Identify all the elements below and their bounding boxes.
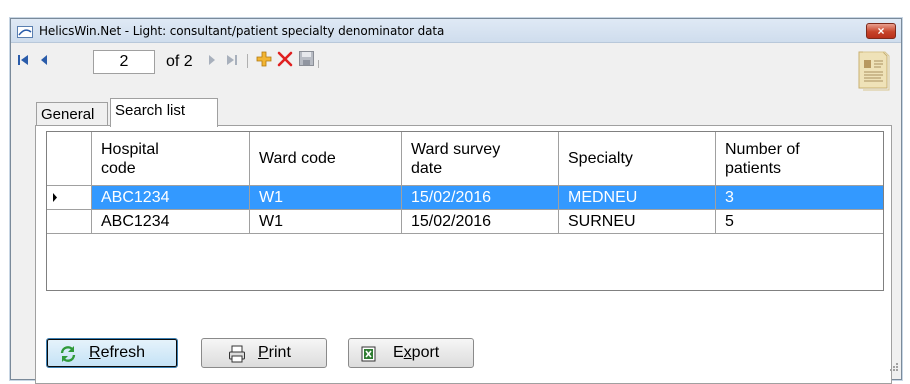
printer-icon xyxy=(228,345,246,368)
print-label-rest: rint xyxy=(268,344,291,361)
window-title: HelicsWin.Net - Light: consultant/patien… xyxy=(39,24,445,38)
column-header-ward-code[interactable]: Ward code xyxy=(250,132,402,186)
search-list-panel: Hospital code Ward code Ward survey date… xyxy=(35,125,892,384)
cell-ward-survey-date[interactable]: 15/02/2016 xyxy=(402,186,559,210)
print-mnemonic: P xyxy=(258,344,269,361)
row-header-corner xyxy=(47,132,92,186)
document-icon xyxy=(855,48,891,97)
table-row[interactable]: ABC1234 W1 15/02/2016 SURNEU 5 xyxy=(47,210,883,234)
app-icon xyxy=(17,25,33,38)
resize-grip-icon[interactable] xyxy=(889,359,899,377)
cell-ward-code[interactable]: W1 xyxy=(250,186,402,210)
tab-search-list[interactable]: Search list xyxy=(110,98,218,127)
navigation-toolbar: 2 of 2 xyxy=(11,46,901,91)
export-label-rest: port xyxy=(411,344,440,361)
column-header-ward-survey-date[interactable]: Ward survey date xyxy=(402,132,559,186)
refresh-button[interactable]: Refresh xyxy=(46,338,178,368)
cell-hospital-code[interactable]: ABC1234 xyxy=(92,186,250,210)
export-button-label: Export xyxy=(393,344,439,362)
refresh-mnemonic: R xyxy=(89,344,101,361)
search-results-grid[interactable]: Hospital code Ward code Ward survey date… xyxy=(46,131,884,291)
title-bar: HelicsWin.Net - Light: consultant/patien… xyxy=(11,19,901,43)
save-record-icon[interactable] xyxy=(299,51,314,71)
cell-specialty[interactable]: MEDNEU xyxy=(559,186,716,210)
toolbar-separator xyxy=(247,54,248,68)
cell-ward-survey-date[interactable]: 15/02/2016 xyxy=(402,210,559,234)
row-selector[interactable] xyxy=(47,186,92,210)
cell-hospital-code[interactable]: ABC1234 xyxy=(92,210,250,234)
cell-number-of-patients[interactable]: 5 xyxy=(716,210,883,234)
close-button[interactable]: × xyxy=(866,23,896,39)
row-selector[interactable] xyxy=(47,210,92,234)
previous-record-icon[interactable] xyxy=(39,53,49,72)
current-row-icon xyxy=(53,193,57,202)
tab-general[interactable]: General xyxy=(36,102,108,126)
export-label-start: E xyxy=(393,344,404,361)
refresh-icon xyxy=(59,345,77,368)
record-count-label: of 2 xyxy=(166,53,193,70)
app-window: HelicsWin.Net - Light: consultant/patien… xyxy=(10,18,902,384)
first-record-icon[interactable] xyxy=(17,53,29,72)
record-position-input[interactable]: 2 xyxy=(93,50,155,74)
table-row[interactable]: ABC1234 W1 15/02/2016 MEDNEU 3 xyxy=(47,186,883,210)
export-mnemonic: x xyxy=(403,344,412,361)
column-header-hospital-code[interactable]: Hospital code xyxy=(92,132,250,186)
refresh-button-label: Refresh xyxy=(89,344,145,362)
refresh-label-rest: efresh xyxy=(100,344,146,361)
column-header-number-of-patients[interactable]: Number of patients xyxy=(716,132,883,186)
print-button-label: Print xyxy=(258,344,291,362)
next-record-icon[interactable] xyxy=(207,53,217,72)
last-record-icon[interactable] xyxy=(226,53,238,72)
export-button[interactable]: Export xyxy=(348,338,474,368)
excel-export-icon xyxy=(361,345,377,368)
cell-number-of-patients[interactable]: 3 xyxy=(716,186,883,210)
cell-specialty[interactable]: SURNEU xyxy=(559,210,716,234)
print-button[interactable]: Print xyxy=(201,338,327,368)
cell-ward-code[interactable]: W1 xyxy=(250,210,402,234)
add-record-icon[interactable] xyxy=(256,51,272,72)
delete-record-icon[interactable] xyxy=(277,51,293,72)
column-header-specialty[interactable]: Specialty xyxy=(559,132,716,186)
toolbar-separator xyxy=(318,60,319,68)
